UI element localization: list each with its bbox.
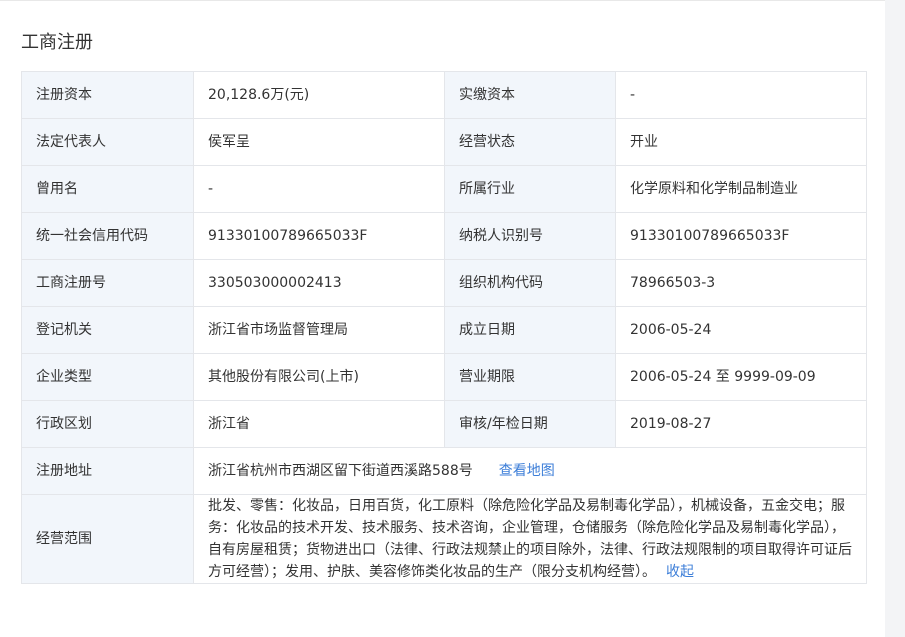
field-value: 2006-05-24 (615, 306, 867, 354)
table-row: 行政区划 浙江省 审核/年检日期 2019-08-27 (21, 400, 867, 448)
business-scope-cell: 批发、零售：化妆品，日用百货，化工原料（除危险化学品及易制毒化学品），机械设备，… (193, 494, 867, 584)
table-row: 注册资本 20,128.6万(元) 实缴资本 - (21, 71, 867, 119)
view-map-link[interactable]: 查看地图 (499, 463, 555, 479)
field-label: 行政区划 (21, 400, 194, 448)
field-label: 统一社会信用代码 (21, 212, 194, 260)
address-cell: 浙江省杭州市西湖区留下街道西溪路588号 查看地图 (193, 447, 867, 495)
business-registration-card: 工商注册 注册资本 20,128.6万(元) 实缴资本 - 法定代表人 侯军呈 … (0, 0, 885, 637)
field-value: 其他股份有限公司(上市) (193, 353, 445, 401)
field-value: 20,128.6万(元) (193, 71, 445, 119)
address-row: 注册地址 浙江省杭州市西湖区留下街道西溪路588号 查看地图 (21, 447, 867, 495)
field-value: 浙江省市场监督管理局 (193, 306, 445, 354)
address-value: 浙江省杭州市西湖区留下街道西溪路588号 (208, 463, 473, 479)
field-label: 曾用名 (21, 165, 194, 213)
business-scope-value: 批发、零售：化妆品，日用百货，化工原料（除危险化学品及易制毒化学品），机械设备，… (208, 498, 852, 580)
business-scope-label: 经营范围 (21, 494, 194, 584)
field-value: 开业 (615, 118, 867, 166)
field-value: 化学原料和化学制品制造业 (615, 165, 867, 213)
field-value: 浙江省 (193, 400, 445, 448)
table-row: 登记机关 浙江省市场监督管理局 成立日期 2006-05-24 (21, 306, 867, 354)
field-label: 登记机关 (21, 306, 194, 354)
section-title: 工商注册 (21, 32, 93, 53)
field-value: 91330100789665033F (193, 212, 445, 260)
table-row: 工商注册号 330503000002413 组织机构代码 78966503-3 (21, 259, 867, 307)
registration-info-table: 注册资本 20,128.6万(元) 实缴资本 - 法定代表人 侯军呈 经营状态 … (21, 71, 867, 584)
field-value: 2019-08-27 (615, 400, 867, 448)
field-value: 330503000002413 (193, 259, 445, 307)
field-label: 经营状态 (444, 118, 616, 166)
field-label: 企业类型 (21, 353, 194, 401)
field-value: - (193, 165, 445, 213)
table-row: 统一社会信用代码 91330100789665033F 纳税人识别号 91330… (21, 212, 867, 260)
field-value: 91330100789665033F (615, 212, 867, 260)
field-label: 法定代表人 (21, 118, 194, 166)
field-value: 侯军呈 (193, 118, 445, 166)
field-value: 2006-05-24 至 9999-09-09 (615, 353, 867, 401)
field-value: - (615, 71, 867, 119)
field-label: 审核/年检日期 (444, 400, 616, 448)
table-row: 企业类型 其他股份有限公司(上市) 营业期限 2006-05-24 至 9999… (21, 353, 867, 401)
table-row: 法定代表人 侯军呈 经营状态 开业 (21, 118, 867, 166)
field-label: 组织机构代码 (444, 259, 616, 307)
field-label: 工商注册号 (21, 259, 194, 307)
collapse-link[interactable]: 收起 (666, 564, 694, 580)
address-label: 注册地址 (21, 447, 194, 495)
field-label: 实缴资本 (444, 71, 616, 119)
table-row: 曾用名 - 所属行业 化学原料和化学制品制造业 (21, 165, 867, 213)
business-scope-row: 经营范围 批发、零售：化妆品，日用百货，化工原料（除危险化学品及易制毒化学品），… (21, 494, 867, 584)
field-value: 78966503-3 (615, 259, 867, 307)
field-label: 营业期限 (444, 353, 616, 401)
field-label: 注册资本 (21, 71, 194, 119)
field-label: 纳税人识别号 (444, 212, 616, 260)
field-label: 成立日期 (444, 306, 616, 354)
field-label: 所属行业 (444, 165, 616, 213)
